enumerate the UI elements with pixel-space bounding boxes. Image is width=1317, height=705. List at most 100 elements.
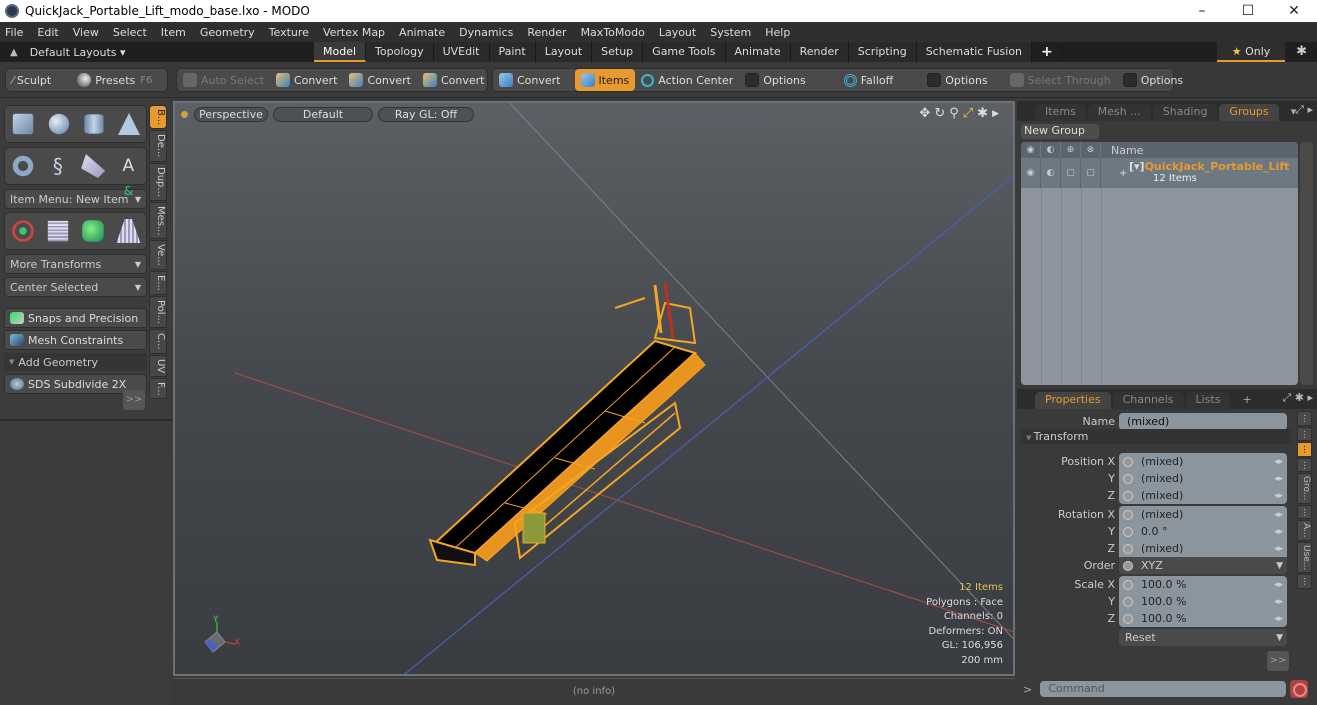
tab-setup[interactable]: Setup — [592, 42, 644, 62]
menu-dynamics[interactable]: Dynamics — [459, 26, 513, 39]
tab-channels[interactable]: Channels — [1112, 392, 1184, 409]
lock-column-icon[interactable]: ⊕ — [1061, 142, 1081, 158]
render-column-icon[interactable]: ◐ — [1041, 142, 1061, 158]
keyframe-dot-icon[interactable] — [1123, 560, 1133, 571]
panel-expand-icon[interactable]: ⤢ ▸ — [1295, 103, 1313, 117]
reset-dropdown[interactable]: Reset ▼ — [1119, 629, 1287, 646]
raygl-toggle[interactable]: Ray GL: Off — [378, 106, 474, 122]
gear-icon[interactable]: ✱ — [1296, 44, 1307, 59]
add-tab-button[interactable]: + — [1232, 392, 1261, 409]
center-selected-dropdown[interactable]: Center Selected ▼ — [4, 277, 147, 297]
keyframe-dot-icon[interactable] — [1123, 613, 1133, 624]
vtab-assembly[interactable]: A... — [1297, 520, 1312, 541]
slider-arrows-icon[interactable]: ◂▸ — [1274, 527, 1283, 537]
slider-arrows-icon[interactable]: ◂▸ — [1274, 597, 1283, 607]
sphere-icon[interactable] — [48, 113, 69, 135]
select-through-button[interactable]: Select Through — [1004, 69, 1117, 91]
vtab-deform[interactable]: De... — [149, 130, 167, 162]
menu-view[interactable]: View — [73, 26, 99, 39]
item-menu-dropdown[interactable]: Item Menu: New Item ▼ — [4, 189, 147, 209]
slider-arrows-icon[interactable]: ◂▸ — [1274, 614, 1283, 624]
transform-gizmo-icon[interactable] — [11, 220, 34, 242]
shading-dropdown[interactable]: Default — [273, 106, 373, 122]
text-icon[interactable]: A& — [116, 154, 140, 198]
vtab-9[interactable]: ... — [1297, 574, 1312, 589]
menu-edit[interactable]: Edit — [37, 26, 58, 39]
tab-scripting[interactable]: Scripting — [848, 42, 917, 62]
convert-vertices-button[interactable]: Convert — [270, 69, 344, 91]
vtab-user[interactable]: Use... — [1297, 541, 1312, 574]
more-tools-button[interactable]: >> — [123, 390, 145, 410]
cone-icon[interactable] — [118, 113, 141, 135]
pyramid-grid-icon[interactable] — [116, 219, 141, 243]
rotation-y-field[interactable]: 0.0 ° — [1141, 525, 1274, 538]
keyframe-dot-icon[interactable] — [1123, 543, 1133, 554]
auto-select-button[interactable]: Auto Select — [177, 69, 270, 91]
convert-edges-button[interactable]: Convert — [343, 69, 417, 91]
expand-icon[interactable]: + — [1119, 168, 1127, 179]
vtab-1[interactable]: ... — [1297, 411, 1312, 426]
presets-button[interactable]: Presets F6 — [71, 69, 158, 91]
close-button[interactable]: ✕ — [1271, 0, 1317, 22]
vtab-curve[interactable]: C... — [149, 328, 167, 354]
tab-shading[interactable]: Shading — [1152, 104, 1218, 121]
keyframe-dot-icon[interactable] — [1123, 579, 1133, 590]
select-column-icon[interactable]: ⊗ — [1081, 142, 1101, 158]
convert-materials-button[interactable]: Convert — [493, 69, 567, 91]
collapse-up-icon[interactable]: ▲ — [10, 47, 18, 58]
tab-layout[interactable]: Layout — [535, 42, 593, 62]
pen-icon[interactable] — [81, 154, 106, 178]
menu-animate[interactable]: Animate — [399, 26, 445, 39]
add-layout-tab-button[interactable]: + — [1032, 42, 1063, 62]
items-mode-button[interactable]: Items — [574, 69, 636, 91]
viewport-settings-icon[interactable]: ✱ — [977, 106, 988, 122]
menu-texture[interactable]: Texture — [269, 26, 309, 39]
vtab-basic[interactable]: B... — [149, 105, 167, 130]
vtab-3[interactable]: ... — [1297, 442, 1312, 457]
vtab-2[interactable]: ... — [1297, 426, 1312, 442]
position-z-field[interactable]: (mixed) — [1141, 489, 1274, 502]
menu-select[interactable]: Select — [113, 26, 147, 39]
quickjack-model[interactable] — [428, 282, 706, 567]
more-properties-button[interactable]: >> — [1267, 651, 1289, 671]
select-toggle[interactable]: ▢ — [1081, 158, 1101, 188]
slider-arrows-icon[interactable]: ◂▸ — [1274, 457, 1283, 467]
slider-arrows-icon[interactable]: ◂▸ — [1274, 544, 1283, 554]
expand-arrow-icon[interactable]: ▶ — [992, 106, 999, 122]
render-toggle[interactable]: ◐ — [1041, 158, 1061, 188]
convert-polygons-button[interactable]: Convert — [417, 69, 491, 91]
vtab-mesh-edit[interactable]: Mes... — [149, 201, 167, 240]
name-field[interactable]: (mixed) — [1119, 413, 1287, 430]
keyframe-dot-icon[interactable] — [1123, 596, 1133, 607]
menu-item[interactable]: Item — [161, 26, 186, 39]
maximize-button[interactable]: ☐ — [1225, 0, 1271, 22]
groups-scrollbar[interactable] — [1300, 142, 1313, 385]
maximize-viewport-icon[interactable]: ⤢ — [963, 106, 973, 122]
3d-viewport[interactable]: Perspective Default Ray GL: Off ✥ ↻ ⚲ ⤢ … — [173, 101, 1015, 676]
view-type-dropdown[interactable]: Perspective — [194, 106, 268, 122]
tab-groups[interactable]: Groups — [1219, 104, 1279, 121]
mesh-constraints-button[interactable]: Mesh Constraints — [4, 330, 147, 350]
tab-model[interactable]: Model — [314, 42, 367, 62]
vtab-groups[interactable]: Gro... — [1297, 473, 1312, 504]
vtab-uv[interactable]: UV — [149, 354, 167, 377]
slider-arrows-icon[interactable]: ◂▸ — [1274, 510, 1283, 520]
rotate-icon[interactable]: ↻ — [934, 106, 945, 122]
keyframe-dot-icon[interactable] — [1123, 526, 1133, 537]
only-toggle[interactable]: ★ Only — [1217, 42, 1285, 62]
keyframe-dot-icon[interactable] — [1123, 490, 1133, 501]
vtab-polygon[interactable]: Pol... — [149, 295, 167, 328]
menu-layout[interactable]: Layout — [659, 26, 696, 39]
snaps-precision-button[interactable]: Snaps and Precision — [4, 308, 147, 328]
pan-icon[interactable]: ✥ — [919, 106, 930, 122]
slider-arrows-icon[interactable]: ◂▸ — [1274, 491, 1283, 501]
tab-animate[interactable]: Animate — [725, 42, 791, 62]
keyframe-dot-icon[interactable] — [1123, 456, 1133, 467]
viewport-indicator-icon[interactable] — [181, 110, 188, 118]
menu-maxtomodo[interactable]: MaxToModo — [581, 26, 645, 39]
sculpt-button[interactable]: ⁄ Sculpt — [6, 69, 57, 91]
grid-plane-icon[interactable] — [47, 220, 69, 242]
vtab-duplicate[interactable]: Dup... — [149, 162, 167, 201]
action-center-options-button[interactable]: Options — [739, 69, 811, 91]
vtab-fusion[interactable]: F... — [149, 377, 167, 400]
